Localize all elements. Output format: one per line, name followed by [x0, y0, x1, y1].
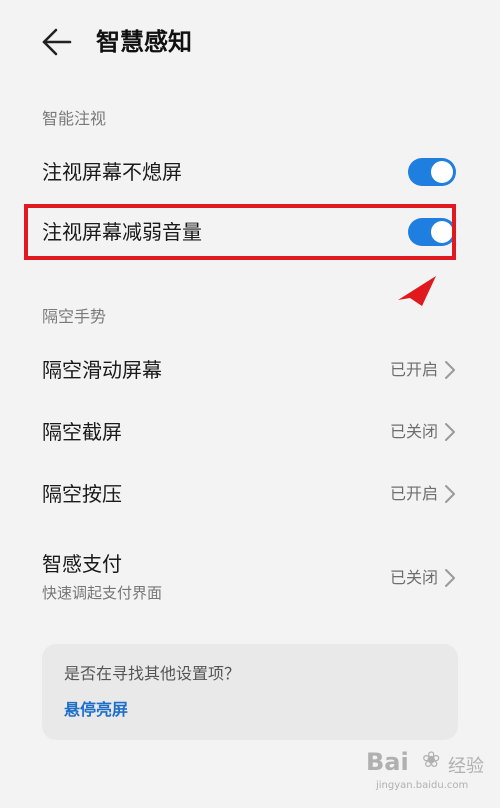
chevron-right-icon: [444, 484, 456, 504]
setting-label: 隔空按压: [42, 482, 122, 506]
chevron-right-icon: [444, 568, 456, 588]
pointer-arrow-icon: [396, 274, 442, 308]
setting-row-air-screenshot[interactable]: 隔空截屏 已关闭: [0, 408, 500, 458]
setting-row-smart-pay[interactable]: 智感支付 快速调起支付界面 已关闭: [0, 542, 500, 612]
setting-label: 注视屏幕不熄屏: [42, 160, 182, 184]
setting-row-air-press[interactable]: 隔空按压 已开启: [0, 470, 500, 520]
back-arrow-icon: [42, 28, 72, 56]
suggestion-question: 是否在寻找其他设置项？: [64, 664, 241, 683]
setting-row-gaze-keep-screen[interactable]: 注视屏幕不熄屏: [0, 150, 500, 200]
watermark-url: jingyan.baidu.com: [376, 780, 469, 791]
setting-label: 隔空滑动屏幕: [42, 358, 162, 382]
suggestion-link[interactable]: 悬停亮屏: [64, 698, 128, 722]
highlight-box: [24, 204, 456, 260]
toggle-knob: [431, 161, 453, 183]
watermark-brand: Bai: [366, 748, 409, 776]
setting-subtitle: 快速调起支付界面: [42, 584, 163, 602]
suggestion-card: 是否在寻找其他设置项？ 悬停亮屏: [42, 644, 458, 740]
toggle-switch[interactable]: [408, 158, 456, 186]
status-text: 已开启: [389, 360, 438, 379]
watermark: Bai ❀ 经验 jingyan.baidu.com: [362, 744, 496, 802]
status-text: 已开启: [389, 484, 438, 503]
watermark-brand-suffix: 经验: [448, 756, 484, 777]
setting-label: 智感支付: [42, 552, 122, 576]
setting-label: 隔空截屏: [42, 420, 122, 444]
status-text: 已关闭: [389, 568, 438, 587]
chevron-right-icon: [444, 422, 456, 442]
section-label-air-gesture: 隔空手势: [42, 307, 107, 326]
back-button[interactable]: [38, 24, 78, 60]
watermark-paw-icon: ❀: [422, 748, 441, 773]
chevron-right-icon: [444, 360, 456, 380]
header: 智慧感知: [0, 0, 500, 84]
page-title: 智慧感知: [96, 28, 192, 56]
section-label-gaze: 智能注视: [42, 109, 107, 128]
setting-row-air-swipe[interactable]: 隔空滑动屏幕 已开启: [0, 346, 500, 396]
status-text: 已关闭: [389, 422, 438, 441]
